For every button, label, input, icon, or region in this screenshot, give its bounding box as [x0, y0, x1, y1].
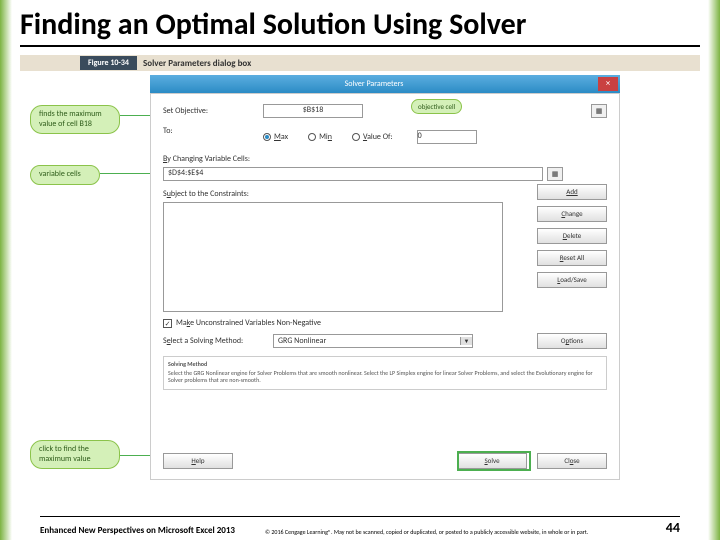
changing-cells-label: By Changing Variable Cells:: [163, 154, 607, 164]
options-button[interactable]: Options: [537, 333, 607, 349]
radio-max-label: Max: [274, 132, 288, 142]
radio-min[interactable]: Min: [308, 132, 332, 142]
close-button[interactable]: Close: [537, 453, 607, 469]
callout-variable-cells: variable cells: [30, 165, 100, 185]
close-icon[interactable]: ×: [598, 77, 618, 91]
radio-min-label: Min: [319, 132, 332, 142]
figure-caption: Solver Parameters dialog box: [143, 58, 251, 69]
solver-dialog: Solver Parameters × Set Objective: $B$18…: [150, 75, 620, 480]
footer-book-title: Enhanced New Perspectives on Microsoft E…: [40, 525, 235, 536]
solving-method-select[interactable]: GRG Nonlinear ▼: [273, 334, 473, 348]
solve-highlight: [457, 451, 531, 471]
footer: Enhanced New Perspectives on Microsoft E…: [40, 516, 680, 536]
footer-copyright: © 2016 Cengage Learning®. May not be sca…: [235, 529, 666, 536]
nonneg-checkbox[interactable]: ✓: [163, 319, 172, 328]
change-button[interactable]: Change: [537, 206, 607, 222]
solving-method-label: Select a Solving Method:: [163, 336, 273, 346]
range-picker-icon[interactable]: ▦: [591, 104, 607, 118]
valueof-input[interactable]: 0: [417, 130, 477, 144]
figure-number-label: Figure 10-34: [80, 56, 137, 70]
to-label: To:: [163, 126, 263, 136]
resetall-button[interactable]: Reset All: [537, 250, 607, 266]
slide-title: Finding an Optimal Solution Using Solver: [20, 0, 700, 47]
add-button[interactable]: Add: [537, 184, 607, 200]
callout-max-value: finds the maximum value of cell B18: [30, 105, 120, 134]
constraints-listbox[interactable]: [163, 202, 503, 312]
figure-area: Figure 10-34 Solver Parameters dialog bo…: [20, 55, 700, 485]
page-number: 44: [666, 519, 680, 536]
nonneg-label: Make Unconstrained Variables Non-Negativ…: [176, 318, 321, 328]
radio-valueof[interactable]: Value Of:: [352, 132, 393, 142]
loadsave-button[interactable]: Load/Save: [537, 272, 607, 288]
help-button[interactable]: Help: [163, 453, 233, 469]
dialog-titlebar: Solver Parameters ×: [150, 75, 620, 93]
radio-valueof-label: Value Of:: [363, 132, 393, 142]
range-picker-icon[interactable]: ▦: [547, 167, 563, 181]
callout-solve: click to find the maximum value: [30, 440, 120, 469]
changing-cells-input[interactable]: $D$4:$E$4: [163, 167, 543, 181]
solving-method-value: GRG Nonlinear: [278, 336, 326, 346]
chevron-down-icon: ▼: [460, 337, 472, 345]
delete-button[interactable]: Delete: [537, 228, 607, 244]
set-objective-input[interactable]: $B$18: [263, 104, 363, 118]
solving-method-description: Solving Method Select the GRG Nonlinear …: [163, 356, 607, 390]
set-objective-label: Set Objective:: [163, 106, 263, 116]
dialog-title: Solver Parameters: [150, 79, 598, 89]
radio-max[interactable]: Max: [263, 132, 288, 142]
callout-objective-cell: objective cell: [411, 99, 462, 114]
